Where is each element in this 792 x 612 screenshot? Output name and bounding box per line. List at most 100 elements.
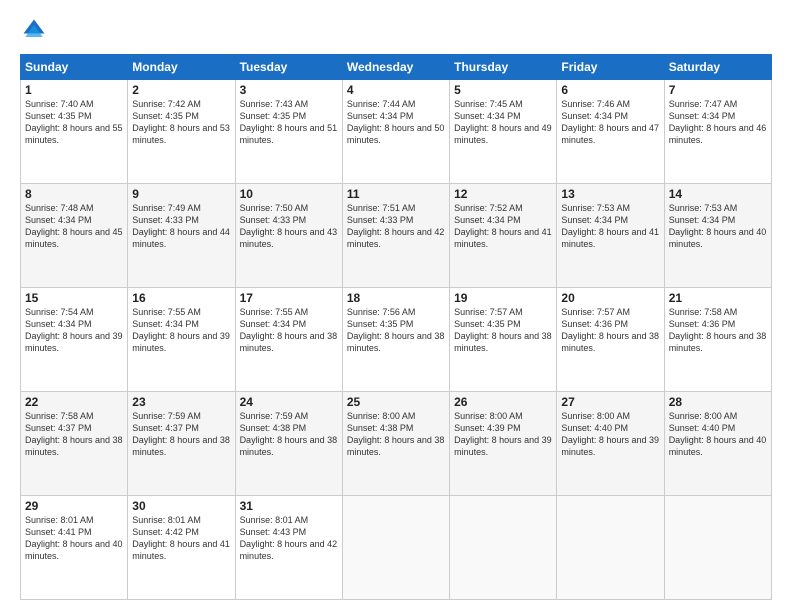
day-number: 19 [454, 291, 552, 305]
cell-info: Sunrise: 7:55 AMSunset: 4:34 PMDaylight:… [240, 306, 338, 355]
day-number: 13 [561, 187, 659, 201]
calendar-table: SundayMondayTuesdayWednesdayThursdayFrid… [20, 54, 772, 600]
calendar-cell: 13 Sunrise: 7:53 AMSunset: 4:34 PMDaylig… [557, 184, 664, 288]
cell-info: Sunrise: 7:53 AMSunset: 4:34 PMDaylight:… [561, 202, 659, 251]
calendar-cell: 3 Sunrise: 7:43 AMSunset: 4:35 PMDayligh… [235, 80, 342, 184]
calendar-cell: 19 Sunrise: 7:57 AMSunset: 4:35 PMDaylig… [450, 288, 557, 392]
calendar-cell [664, 496, 771, 600]
calendar-cell [450, 496, 557, 600]
calendar-cell: 22 Sunrise: 7:58 AMSunset: 4:37 PMDaylig… [21, 392, 128, 496]
day-number: 9 [132, 187, 230, 201]
day-number: 22 [25, 395, 123, 409]
calendar-cell: 2 Sunrise: 7:42 AMSunset: 4:35 PMDayligh… [128, 80, 235, 184]
calendar-cell: 4 Sunrise: 7:44 AMSunset: 4:34 PMDayligh… [342, 80, 449, 184]
cell-info: Sunrise: 8:00 AMSunset: 4:40 PMDaylight:… [561, 410, 659, 459]
day-number: 17 [240, 291, 338, 305]
calendar-cell: 14 Sunrise: 7:53 AMSunset: 4:34 PMDaylig… [664, 184, 771, 288]
calendar-cell: 29 Sunrise: 8:01 AMSunset: 4:41 PMDaylig… [21, 496, 128, 600]
calendar-cell: 8 Sunrise: 7:48 AMSunset: 4:34 PMDayligh… [21, 184, 128, 288]
cell-info: Sunrise: 7:57 AMSunset: 4:35 PMDaylight:… [454, 306, 552, 355]
calendar-cell: 1 Sunrise: 7:40 AMSunset: 4:35 PMDayligh… [21, 80, 128, 184]
day-number: 16 [132, 291, 230, 305]
day-number: 14 [669, 187, 767, 201]
calendar-cell [557, 496, 664, 600]
day-number: 10 [240, 187, 338, 201]
calendar-cell: 15 Sunrise: 7:54 AMSunset: 4:34 PMDaylig… [21, 288, 128, 392]
cell-info: Sunrise: 7:57 AMSunset: 4:36 PMDaylight:… [561, 306, 659, 355]
calendar-cell: 17 Sunrise: 7:55 AMSunset: 4:34 PMDaylig… [235, 288, 342, 392]
calendar-cell: 16 Sunrise: 7:55 AMSunset: 4:34 PMDaylig… [128, 288, 235, 392]
calendar-week-4: 22 Sunrise: 7:58 AMSunset: 4:37 PMDaylig… [21, 392, 772, 496]
day-header-thursday: Thursday [450, 55, 557, 80]
day-number: 25 [347, 395, 445, 409]
cell-info: Sunrise: 7:42 AMSunset: 4:35 PMDaylight:… [132, 98, 230, 147]
cell-info: Sunrise: 7:44 AMSunset: 4:34 PMDaylight:… [347, 98, 445, 147]
day-number: 23 [132, 395, 230, 409]
cell-info: Sunrise: 7:55 AMSunset: 4:34 PMDaylight:… [132, 306, 230, 355]
day-header-sunday: Sunday [21, 55, 128, 80]
logo-icon [20, 16, 48, 44]
cell-info: Sunrise: 7:59 AMSunset: 4:38 PMDaylight:… [240, 410, 338, 459]
cell-info: Sunrise: 7:58 AMSunset: 4:36 PMDaylight:… [669, 306, 767, 355]
cell-info: Sunrise: 7:45 AMSunset: 4:34 PMDaylight:… [454, 98, 552, 147]
calendar-header-row: SundayMondayTuesdayWednesdayThursdayFrid… [21, 55, 772, 80]
cell-info: Sunrise: 7:58 AMSunset: 4:37 PMDaylight:… [25, 410, 123, 459]
cell-info: Sunrise: 7:52 AMSunset: 4:34 PMDaylight:… [454, 202, 552, 251]
cell-info: Sunrise: 7:48 AMSunset: 4:34 PMDaylight:… [25, 202, 123, 251]
calendar-week-5: 29 Sunrise: 8:01 AMSunset: 4:41 PMDaylig… [21, 496, 772, 600]
day-number: 30 [132, 499, 230, 513]
calendar-cell: 11 Sunrise: 7:51 AMSunset: 4:33 PMDaylig… [342, 184, 449, 288]
day-number: 28 [669, 395, 767, 409]
calendar-cell: 23 Sunrise: 7:59 AMSunset: 4:37 PMDaylig… [128, 392, 235, 496]
cell-info: Sunrise: 7:50 AMSunset: 4:33 PMDaylight:… [240, 202, 338, 251]
cell-info: Sunrise: 7:54 AMSunset: 4:34 PMDaylight:… [25, 306, 123, 355]
day-number: 31 [240, 499, 338, 513]
day-number: 20 [561, 291, 659, 305]
day-number: 29 [25, 499, 123, 513]
day-number: 5 [454, 83, 552, 97]
calendar-cell: 9 Sunrise: 7:49 AMSunset: 4:33 PMDayligh… [128, 184, 235, 288]
cell-info: Sunrise: 7:59 AMSunset: 4:37 PMDaylight:… [132, 410, 230, 459]
calendar-cell: 21 Sunrise: 7:58 AMSunset: 4:36 PMDaylig… [664, 288, 771, 392]
calendar-cell: 6 Sunrise: 7:46 AMSunset: 4:34 PMDayligh… [557, 80, 664, 184]
day-header-monday: Monday [128, 55, 235, 80]
calendar-cell: 31 Sunrise: 8:01 AMSunset: 4:43 PMDaylig… [235, 496, 342, 600]
day-header-friday: Friday [557, 55, 664, 80]
calendar-cell: 12 Sunrise: 7:52 AMSunset: 4:34 PMDaylig… [450, 184, 557, 288]
day-header-tuesday: Tuesday [235, 55, 342, 80]
calendar-cell: 28 Sunrise: 8:00 AMSunset: 4:40 PMDaylig… [664, 392, 771, 496]
day-header-wednesday: Wednesday [342, 55, 449, 80]
calendar-cell: 10 Sunrise: 7:50 AMSunset: 4:33 PMDaylig… [235, 184, 342, 288]
cell-info: Sunrise: 8:00 AMSunset: 4:39 PMDaylight:… [454, 410, 552, 459]
calendar-cell [342, 496, 449, 600]
cell-info: Sunrise: 8:00 AMSunset: 4:40 PMDaylight:… [669, 410, 767, 459]
calendar-cell: 24 Sunrise: 7:59 AMSunset: 4:38 PMDaylig… [235, 392, 342, 496]
day-number: 12 [454, 187, 552, 201]
day-number: 27 [561, 395, 659, 409]
calendar-cell: 18 Sunrise: 7:56 AMSunset: 4:35 PMDaylig… [342, 288, 449, 392]
day-number: 3 [240, 83, 338, 97]
day-header-saturday: Saturday [664, 55, 771, 80]
calendar-week-3: 15 Sunrise: 7:54 AMSunset: 4:34 PMDaylig… [21, 288, 772, 392]
cell-info: Sunrise: 7:53 AMSunset: 4:34 PMDaylight:… [669, 202, 767, 251]
day-number: 15 [25, 291, 123, 305]
cell-info: Sunrise: 7:47 AMSunset: 4:34 PMDaylight:… [669, 98, 767, 147]
cell-info: Sunrise: 7:56 AMSunset: 4:35 PMDaylight:… [347, 306, 445, 355]
cell-info: Sunrise: 8:01 AMSunset: 4:41 PMDaylight:… [25, 514, 123, 563]
cell-info: Sunrise: 7:51 AMSunset: 4:33 PMDaylight:… [347, 202, 445, 251]
day-number: 11 [347, 187, 445, 201]
page: SundayMondayTuesdayWednesdayThursdayFrid… [0, 0, 792, 612]
day-number: 1 [25, 83, 123, 97]
calendar-cell: 20 Sunrise: 7:57 AMSunset: 4:36 PMDaylig… [557, 288, 664, 392]
day-number: 6 [561, 83, 659, 97]
calendar-cell: 5 Sunrise: 7:45 AMSunset: 4:34 PMDayligh… [450, 80, 557, 184]
calendar-cell: 7 Sunrise: 7:47 AMSunset: 4:34 PMDayligh… [664, 80, 771, 184]
day-number: 18 [347, 291, 445, 305]
header [20, 16, 772, 44]
logo [20, 16, 52, 44]
cell-info: Sunrise: 7:40 AMSunset: 4:35 PMDaylight:… [25, 98, 123, 147]
calendar-cell: 27 Sunrise: 8:00 AMSunset: 4:40 PMDaylig… [557, 392, 664, 496]
cell-info: Sunrise: 8:01 AMSunset: 4:43 PMDaylight:… [240, 514, 338, 563]
day-number: 26 [454, 395, 552, 409]
cell-info: Sunrise: 7:49 AMSunset: 4:33 PMDaylight:… [132, 202, 230, 251]
